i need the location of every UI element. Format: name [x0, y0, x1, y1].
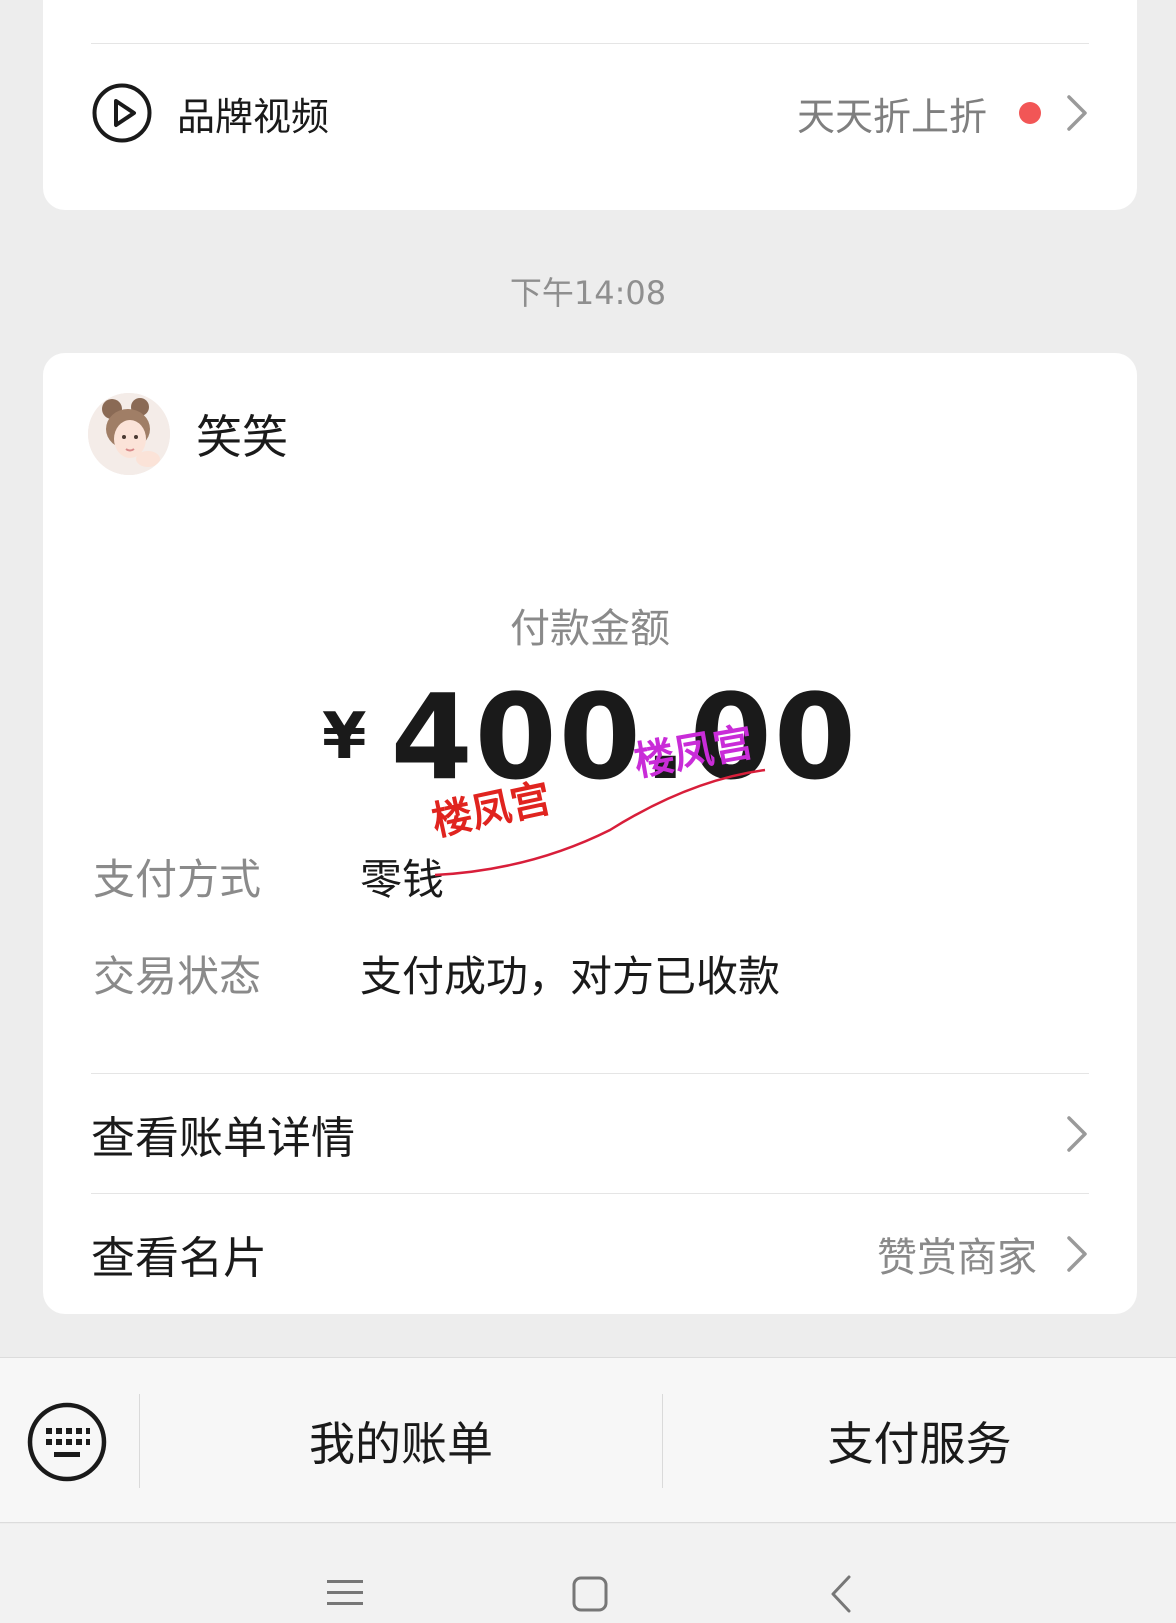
divider [91, 1073, 1089, 1074]
bottom-menu-bar: 我的账单 支付服务 [0, 1357, 1176, 1523]
system-nav-bar [0, 1524, 1176, 1623]
home-square-icon[interactable] [572, 1576, 608, 1612]
transaction-status-value: 支付成功，对方已收款 [360, 952, 781, 1001]
keyboard-icon[interactable] [26, 1401, 108, 1483]
brand-video-row[interactable]: 品牌视频 天天折上折 [43, 44, 1137, 182]
amount-label: 付款金额 [510, 606, 670, 652]
business-card-right: 赞赏商家 [877, 1225, 1089, 1283]
view-bill-details-label: 查看账单详情 [91, 1113, 355, 1164]
chevron-right-icon [1067, 1236, 1087, 1272]
brand-card: 品牌视频 天天折上折 [43, 0, 1137, 210]
unread-dot [1019, 102, 1041, 124]
brand-video-right: 天天折上折 [797, 86, 1089, 141]
payment-amount: ¥ 400.00 [43, 678, 1137, 796]
back-arrow-icon[interactable] [830, 1574, 852, 1614]
menu-icon[interactable] [327, 1578, 363, 1608]
transaction-status-row: 交易状态 支付成功，对方已收款 [93, 943, 780, 1004]
view-bill-details-row[interactable]: 查看账单详情 [91, 1075, 1089, 1193]
chevron-right-icon [1067, 95, 1087, 131]
currency-symbol: ¥ [322, 700, 367, 774]
payment-method-row: 支付方式 零钱 [93, 846, 444, 907]
avatar[interactable] [88, 393, 170, 475]
promo-text: 天天折上折 [796, 94, 987, 139]
view-business-card-row[interactable]: 查看名片 赞赏商家 [91, 1195, 1089, 1313]
payment-method-value: 零钱 [360, 855, 445, 904]
chevron-right-icon [1067, 1116, 1087, 1152]
sender-header: 笑笑 [88, 393, 288, 475]
message-timestamp: 下午14:08 [509, 274, 667, 312]
play-circle-icon [92, 83, 152, 143]
my-bills-button[interactable]: 我的账单 [140, 1358, 662, 1524]
brand-video-label: 品牌视频 [177, 94, 330, 139]
payment-notification-screen: 品牌视频 天天折上折 下午14:08 笑笑 付款金额 ¥ 400.00 支付方式… [0, 0, 1176, 1623]
payment-card[interactable]: 笑笑 付款金额 ¥ 400.00 支付方式 零钱 交易状态 支付成功，对方已收款… [43, 353, 1137, 1314]
amount-value: 400.00 [390, 668, 858, 806]
tip-merchant-text: 赞赏商家 [877, 1235, 1037, 1281]
bill-details-right [1037, 1114, 1089, 1154]
payment-method-label: 支付方式 [93, 855, 262, 904]
view-business-card-label: 查看名片 [91, 1233, 267, 1284]
pay-service-button[interactable]: 支付服务 [663, 1358, 1176, 1524]
transaction-status-label: 交易状态 [93, 952, 262, 1001]
divider [91, 1193, 1089, 1194]
sender-name: 笑笑 [196, 410, 288, 464]
